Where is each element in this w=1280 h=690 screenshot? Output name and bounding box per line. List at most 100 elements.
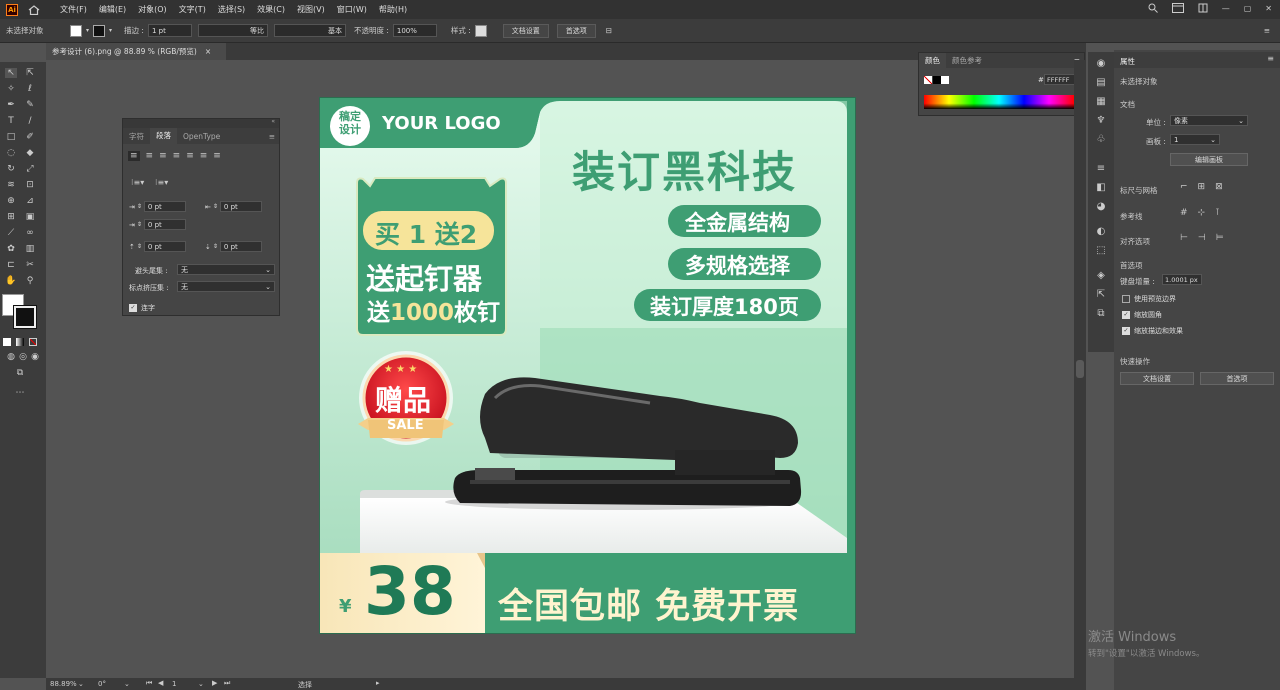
lock-guides-icon[interactable]: ⊹ [1198, 208, 1206, 218]
brush-icon[interactable]: ♆ [1097, 115, 1106, 126]
document-setup-button[interactable]: 文档设置 [1120, 372, 1194, 385]
tab-paragraph[interactable]: 段落 [150, 128, 177, 144]
scale-tool-icon[interactable]: ⤢ [24, 164, 36, 174]
next-artboard-icon[interactable]: ▶ [212, 679, 217, 687]
brush-definition[interactable]: 基本 [273, 24, 346, 37]
rectangle-tool-icon[interactable]: □ [5, 132, 17, 142]
stepper-icon[interactable]: ⇕ [137, 203, 142, 210]
symbols-icon[interactable]: ♧ [1097, 134, 1106, 145]
artboard-tool-icon[interactable]: ⊏ [5, 260, 17, 270]
tab-color-guide[interactable]: 颜色参考 [946, 55, 988, 66]
use-preview-bounds-checkbox[interactable] [1122, 295, 1130, 303]
artboard[interactable]: 稿定 设计 YOUR LOGO 装订黑科技 全金属结构 多规格选择 装订厚度18… [319, 97, 856, 634]
pixel-grid-icon[interactable]: ⊠ [1215, 182, 1223, 192]
gradient-panel-icon[interactable]: ◕ [1097, 201, 1106, 212]
menu-item[interactable]: 文件(F) [60, 4, 87, 15]
none-swatch-icon[interactable] [924, 76, 932, 84]
stroke-weight-field[interactable]: 1 pt [147, 24, 192, 37]
show-guides-icon[interactable]: # [1180, 208, 1188, 218]
type-tool-icon[interactable]: T [5, 116, 17, 126]
first-artboard-icon[interactable]: ⏮ [146, 679, 152, 688]
align-center-icon[interactable]: ≡ [146, 151, 154, 161]
chevron-down-icon[interactable]: ▾ [109, 27, 112, 34]
draw-mode-icon[interactable]: ◍ [5, 352, 17, 362]
menu-item[interactable]: 文字(T) [179, 4, 206, 15]
paintbrush-tool-icon[interactable]: ✐ [24, 132, 36, 142]
perspective-grid-tool-icon[interactable]: ⊿ [24, 196, 36, 206]
document-tab[interactable]: 参考设计 (6).png @ 88.89 % (RGB/预览) × [46, 43, 226, 60]
scale-corners-checkbox[interactable]: ✓ [1122, 311, 1130, 319]
document-setup-button[interactable]: 文档设置 [502, 23, 549, 38]
selection-tool-icon[interactable]: ↖ [5, 68, 17, 78]
shaper-tool-icon[interactable]: ◌ [5, 148, 17, 158]
stepper-icon[interactable]: ⇕ [137, 243, 142, 250]
keyboard-increment-field[interactable]: 1.0001 px [1162, 274, 1202, 285]
chevron-down-icon[interactable]: ⌄ [78, 680, 84, 688]
vertical-scrollbar[interactable] [1074, 60, 1086, 678]
artboards-icon[interactable]: ⧉ [1097, 308, 1104, 319]
image-icon[interactable]: ▦ [1096, 96, 1105, 107]
space-before-field[interactable]: 0 pt [143, 241, 186, 252]
chevron-down-icon[interactable]: ▾ [86, 27, 89, 34]
pen-tool-icon[interactable]: ✒ [5, 100, 17, 110]
edit-artboard-button[interactable]: 编辑画板 [1170, 153, 1248, 166]
close-icon[interactable]: ✕ [1265, 4, 1272, 13]
chevron-down-icon[interactable]: ⌄ [198, 680, 204, 688]
color-mode-icon[interactable] [3, 338, 11, 346]
direct-selection-tool-icon[interactable]: ⇱ [24, 68, 36, 78]
artboard-number[interactable]: 1 [172, 680, 176, 688]
justify-center-icon[interactable]: ≡ [186, 151, 194, 161]
edit-toolbar-icon[interactable]: ⋯ [14, 388, 26, 398]
close-tab-icon[interactable]: × [205, 47, 211, 56]
layers-icon[interactable]: ◈ [1097, 270, 1105, 281]
tab-opentype[interactable]: OpenType [177, 132, 226, 141]
status-menu-icon[interactable]: ▸ [376, 679, 380, 687]
hex-field[interactable]: FFFFFF [1044, 74, 1076, 85]
menu-item[interactable]: 选择(S) [218, 4, 245, 15]
panel-menu-icon[interactable]: ≡ [263, 132, 279, 141]
scale-strokes-checkbox[interactable]: ✓ [1122, 327, 1130, 335]
scrollbar-thumb[interactable] [1076, 360, 1084, 378]
rulers-icon[interactable]: ⌐ [1180, 182, 1188, 192]
eyedropper-tool-icon[interactable]: ⟋ [5, 228, 17, 238]
space-after-field[interactable]: 0 pt [219, 241, 262, 252]
align-point-icon[interactable]: ⊢ [1180, 233, 1188, 243]
mesh-tool-icon[interactable]: ⊞ [5, 212, 17, 222]
home-icon[interactable] [28, 4, 40, 15]
symbol-sprayer-tool-icon[interactable]: ✿ [5, 244, 17, 254]
kinsoku-select[interactable]: 无 ⌄ [177, 264, 275, 275]
rotate-tool-icon[interactable]: ↻ [5, 164, 17, 174]
slice-tool-icon[interactable]: ✂ [24, 260, 36, 270]
stroke-panel-icon[interactable]: ≡ [1097, 163, 1105, 174]
line-tool-icon[interactable]: / [24, 116, 36, 126]
preferences-button[interactable]: 首选项 [556, 23, 596, 38]
last-artboard-icon[interactable]: ⏭ [224, 679, 230, 688]
menu-item[interactable]: 视图(V) [297, 4, 325, 15]
screen-mode-icon[interactable]: ⧉ [14, 368, 26, 378]
grid-icon[interactable]: ⊞ [1198, 182, 1206, 192]
align-glyph-icon[interactable]: ⊨ [1216, 233, 1224, 243]
color-spectrum[interactable] [924, 95, 1074, 109]
rotation-angle[interactable]: 0° [98, 680, 106, 688]
menu-item[interactable]: 帮助(H) [379, 4, 407, 15]
menu-item[interactable]: 窗口(W) [337, 4, 367, 15]
panel-menu-icon[interactable]: ≡ [1264, 26, 1270, 35]
warp-tool-icon[interactable]: ≋ [5, 180, 17, 190]
menu-item[interactable]: 对象(O) [138, 4, 167, 15]
menu-item[interactable]: 编辑(E) [99, 4, 126, 15]
justify-right-icon[interactable]: ≡ [200, 151, 208, 161]
curvature-tool-icon[interactable]: ✎ [24, 100, 36, 110]
chevron-down-icon[interactable]: ⌄ [124, 680, 130, 688]
maximize-icon[interactable]: ▢ [1244, 4, 1252, 13]
justify-left-icon[interactable]: ≡ [173, 151, 181, 161]
draw-inside-icon[interactable]: ◉ [29, 352, 41, 362]
none-mode-icon[interactable] [29, 338, 37, 346]
eraser-tool-icon[interactable]: ◆ [24, 148, 36, 158]
zoom-level[interactable]: 88.89% [50, 680, 77, 688]
units-select[interactable]: 像素 ⌄ [1170, 115, 1248, 126]
free-transform-tool-icon[interactable]: ⊡ [24, 180, 36, 190]
graph-tool-icon[interactable]: ▥ [24, 244, 36, 254]
lasso-tool-icon[interactable]: ℓ [24, 84, 36, 94]
right-indent-field[interactable]: 0 pt [219, 201, 262, 212]
appearance-icon[interactable]: ◉ [1097, 58, 1106, 69]
